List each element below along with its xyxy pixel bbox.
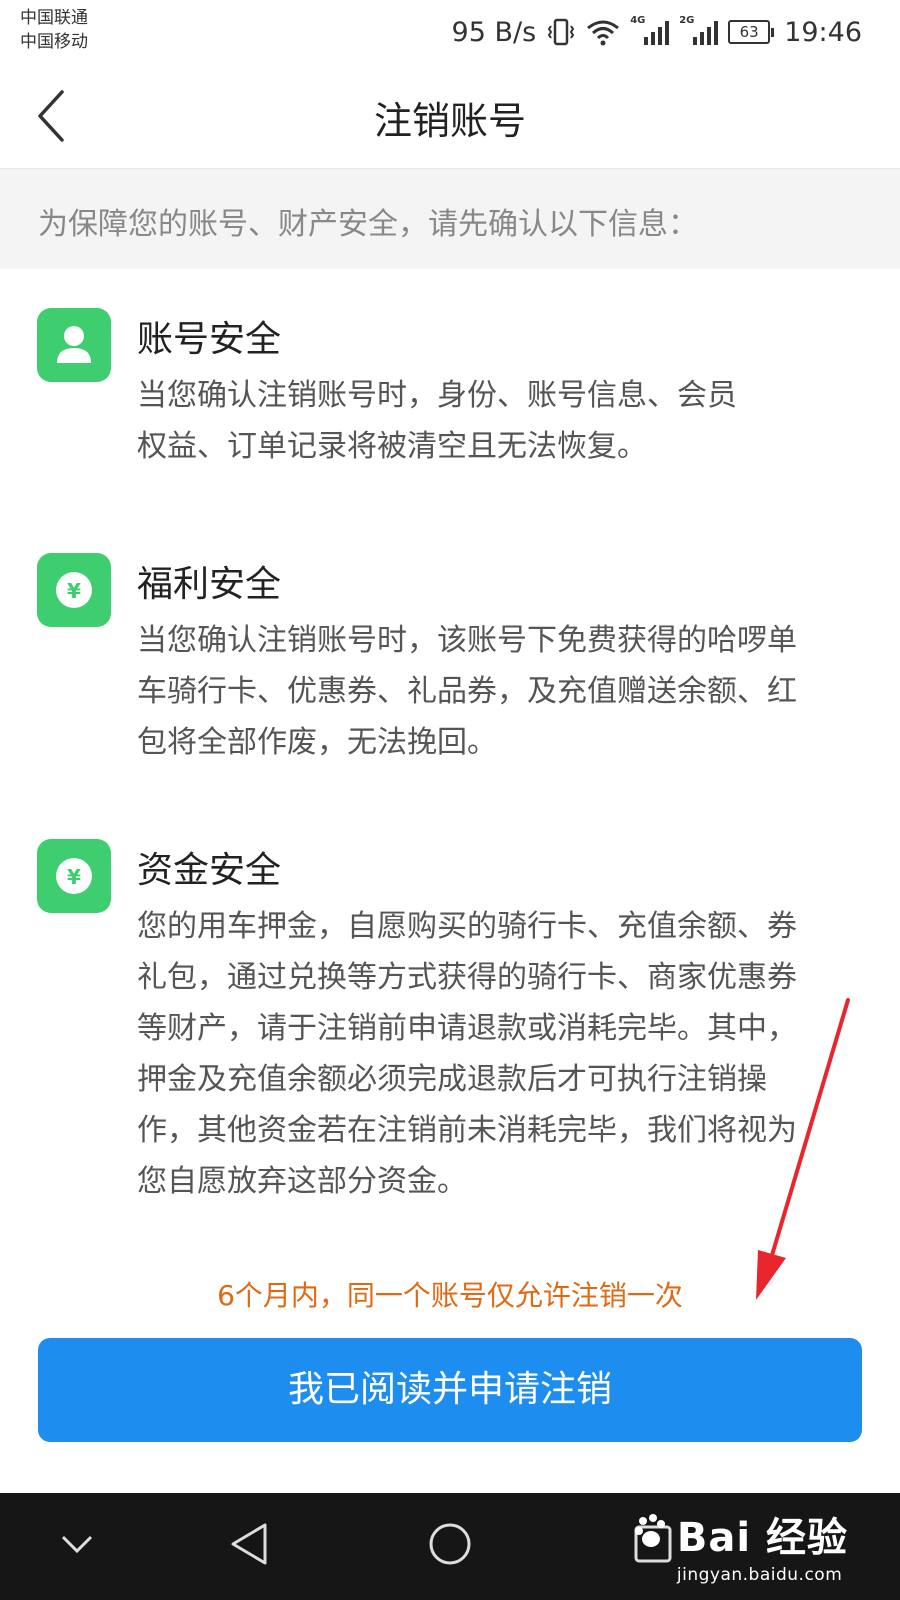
notice-banner: 为保障您的账号、财产安全，请先确认以下信息： bbox=[0, 169, 900, 269]
section-title: 福利安全 bbox=[137, 564, 282, 605]
notice-text: 为保障您的账号、财产安全，请先确认以下信息： bbox=[38, 207, 698, 242]
carrier-1: 中国联通 bbox=[20, 8, 88, 28]
status-bar: 中国联通 中国移动 95 B/s 4G 2G 63 19:46 bbox=[0, 0, 900, 64]
back-triangle-icon bbox=[231, 1523, 267, 1565]
baidu-paw-icon bbox=[634, 1514, 665, 1547]
carrier-2: 中国移动 bbox=[20, 32, 88, 52]
status-indicators: 95 B/s 4G 2G 63 19:46 bbox=[452, 14, 862, 50]
yuan-coin-icon: ¥ bbox=[37, 553, 111, 627]
net-speed: 95 B/s bbox=[451, 16, 537, 48]
watermark-url: jingyan.baidu.com bbox=[676, 1565, 843, 1585]
battery-level: 63 bbox=[728, 20, 771, 44]
home-circle-icon bbox=[429, 1523, 471, 1565]
chevron-down-icon bbox=[61, 1535, 93, 1554]
signal-icon-1: 4G bbox=[630, 15, 670, 45]
section-text: 当您确认注销账号时，身份、账号信息、会员 权益、订单记录将被清空且无法恢复。 bbox=[137, 378, 737, 464]
vibrate-icon bbox=[547, 18, 575, 46]
baidu-watermark: Bai 经验 jingyan.baidu.com bbox=[634, 1505, 848, 1585]
watermark-brand: Bai 经验 bbox=[676, 1515, 848, 1561]
carrier-info: 中国联通 中国移动 bbox=[20, 6, 88, 54]
hide-nav-button[interactable] bbox=[55, 1519, 99, 1573]
svg-text:¥: ¥ bbox=[67, 865, 81, 889]
yuan-coin-icon: ¥ bbox=[37, 839, 111, 913]
section-text: 当您确认注销账号时，该账号下免费获得的哈啰单 车骑行卡、优惠券、礼品券，及充值赠… bbox=[137, 623, 797, 760]
signal-icon-2: 2G bbox=[679, 15, 719, 45]
home-nav-button[interactable] bbox=[425, 1519, 475, 1573]
nav-bar: 注销账号 bbox=[0, 64, 900, 169]
svg-text:¥: ¥ bbox=[67, 579, 81, 603]
clock: 19:46 bbox=[784, 16, 862, 48]
wifi-icon bbox=[587, 20, 620, 46]
apply-cancellation-button[interactable]: 我已阅读并申请注销 bbox=[38, 1338, 862, 1442]
page-title: 注销账号 bbox=[373, 99, 526, 143]
section-title: 资金安全 bbox=[137, 850, 282, 891]
section-title: 账号安全 bbox=[137, 319, 282, 360]
warning-text: 6个月内，同一个账号仅允许注销一次 bbox=[217, 1279, 683, 1312]
back-nav-button[interactable] bbox=[225, 1519, 275, 1573]
section-text: 您的用车押金，自愿购买的骑行卡、充值余额、券 礼包，通过兑换等方式获得的骑行卡、… bbox=[137, 909, 797, 1199]
battery-icon: 63 bbox=[728, 20, 775, 44]
person-icon bbox=[37, 308, 111, 382]
